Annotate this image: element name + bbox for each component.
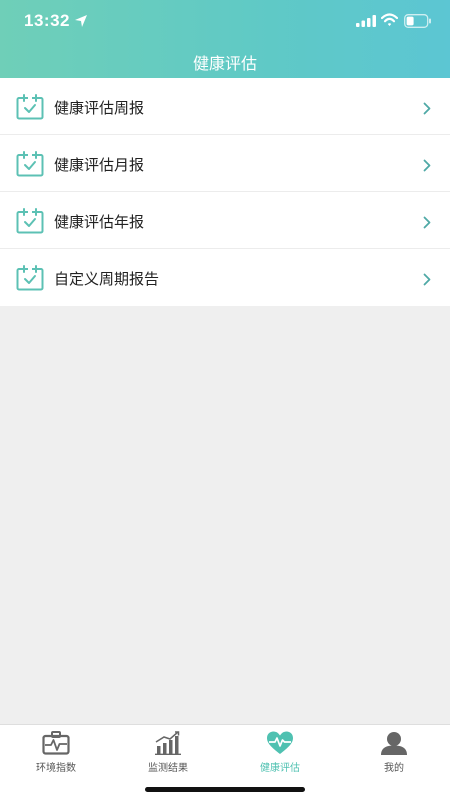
status-bar: 13:32 — [0, 0, 450, 44]
tab-health-assessment[interactable]: 健康评估 — [224, 731, 336, 775]
calendar-check-icon — [16, 94, 44, 120]
report-menu: 健康评估周报 健康评估月报 健康评估年报 自定义周期报告 — [0, 78, 450, 306]
status-time: 13:32 — [24, 11, 70, 30]
menu-item-label: 健康评估周报 — [54, 99, 145, 117]
wifi-icon — [381, 13, 398, 26]
tab-me[interactable]: 我的 — [338, 731, 450, 775]
person-icon — [381, 732, 407, 755]
menu-item-label: 自定义周期报告 — [54, 270, 160, 288]
battery-icon — [404, 14, 431, 28]
page-title: 健康评估 — [192, 54, 257, 73]
tab-environment-index[interactable]: 环境指数 — [0, 731, 112, 775]
menu-item-label: 健康评估年报 — [54, 213, 145, 231]
calendar-check-icon — [16, 265, 44, 291]
chevron-right-icon — [423, 159, 431, 172]
tab-monitoring-results[interactable]: 监测结果 — [112, 731, 224, 775]
menu-item-weekly-report[interactable]: 健康评估周报 — [0, 78, 450, 135]
calendar-check-icon — [16, 208, 44, 234]
menu-item-monthly-report[interactable]: 健康评估月报 — [0, 135, 450, 192]
header: 13:32 健康评估 — [0, 0, 450, 78]
menu-item-label: 健康评估月报 — [54, 156, 145, 174]
location-arrow-icon — [75, 15, 87, 27]
tab-label: 环境指数 — [36, 763, 76, 774]
medkit-icon — [42, 731, 70, 755]
home-indicator[interactable] — [145, 787, 305, 792]
bar-chart-icon — [155, 731, 181, 755]
chevron-right-icon — [423, 102, 431, 115]
menu-item-yearly-report[interactable]: 健康评估年报 — [0, 192, 450, 249]
chevron-right-icon — [423, 216, 431, 229]
calendar-check-icon — [16, 151, 44, 177]
heart-pulse-icon — [267, 731, 293, 754]
tab-label: 监测结果 — [148, 763, 188, 774]
tab-label: 我的 — [384, 763, 404, 774]
signal-icon — [356, 15, 376, 27]
tab-label: 健康评估 — [260, 763, 300, 774]
menu-item-custom-report[interactable]: 自定义周期报告 — [0, 249, 450, 306]
chevron-right-icon — [423, 273, 431, 286]
